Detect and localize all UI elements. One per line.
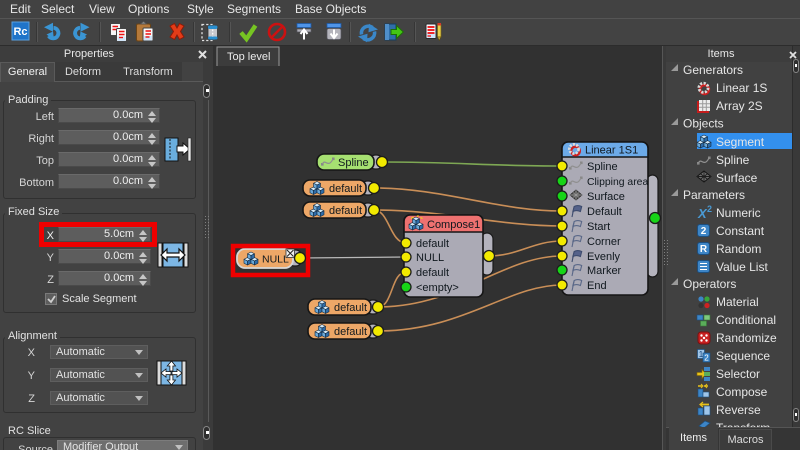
svg-text:Evenly: Evenly bbox=[587, 251, 621, 263]
svg-text:Numeric: Numeric bbox=[716, 206, 761, 220]
svg-text:Operators: Operators bbox=[683, 277, 736, 291]
svg-text:Value List: Value List bbox=[716, 260, 768, 274]
svg-text:Default: Default bbox=[587, 206, 622, 218]
svg-text:Compose: Compose bbox=[716, 385, 768, 399]
svg-text:Linear 1S: Linear 1S bbox=[716, 81, 767, 95]
svg-text:Reverse: Reverse bbox=[716, 403, 761, 417]
svg-text:Surface: Surface bbox=[716, 171, 758, 185]
svg-text:Sequence: Sequence bbox=[716, 349, 770, 363]
svg-text:Conditional: Conditional bbox=[716, 313, 776, 327]
svg-text:NULL: NULL bbox=[262, 254, 289, 266]
svg-text:default: default bbox=[329, 205, 362, 217]
svg-text:default: default bbox=[416, 267, 449, 279]
svg-text:Top level: Top level bbox=[227, 51, 270, 63]
svg-text:2: 2 bbox=[704, 354, 709, 363]
svg-text:Generators: Generators bbox=[683, 63, 743, 77]
svg-text:Clipping area: Clipping area bbox=[587, 177, 648, 188]
svg-text:2: 2 bbox=[707, 204, 712, 214]
svg-text:default: default bbox=[334, 326, 367, 338]
svg-text:<empty>: <empty> bbox=[416, 282, 459, 294]
svg-text:Constant: Constant bbox=[716, 224, 765, 238]
svg-text:default: default bbox=[334, 302, 367, 314]
svg-text:Spline: Spline bbox=[587, 161, 618, 173]
svg-text:Selector: Selector bbox=[716, 367, 760, 381]
svg-text:2: 2 bbox=[701, 226, 707, 237]
svg-text:Randomize: Randomize bbox=[716, 331, 777, 345]
svg-text:default: default bbox=[416, 238, 449, 250]
svg-text:Spline: Spline bbox=[716, 153, 750, 167]
svg-text:Surface: Surface bbox=[587, 191, 625, 203]
svg-text:Compose1: Compose1 bbox=[427, 219, 480, 231]
svg-text:Linear 1S1: Linear 1S1 bbox=[585, 145, 638, 157]
svg-text:Parameters: Parameters bbox=[683, 188, 745, 202]
svg-text:Random: Random bbox=[716, 242, 761, 256]
svg-text:NULL: NULL bbox=[416, 252, 444, 264]
svg-text:Objects: Objects bbox=[683, 117, 724, 131]
svg-text:End: End bbox=[587, 280, 607, 292]
svg-text:default: default bbox=[329, 183, 362, 195]
svg-text:Start: Start bbox=[587, 221, 610, 233]
svg-text:Marker: Marker bbox=[587, 265, 622, 277]
svg-text:Spline: Spline bbox=[338, 157, 369, 169]
svg-text:Rc: Rc bbox=[13, 26, 27, 38]
svg-text:Array 2S: Array 2S bbox=[716, 99, 763, 113]
svg-text:Corner: Corner bbox=[587, 236, 621, 248]
svg-text:Material: Material bbox=[716, 295, 759, 309]
svg-text:R: R bbox=[700, 244, 708, 255]
svg-text:Segment: Segment bbox=[716, 135, 765, 149]
